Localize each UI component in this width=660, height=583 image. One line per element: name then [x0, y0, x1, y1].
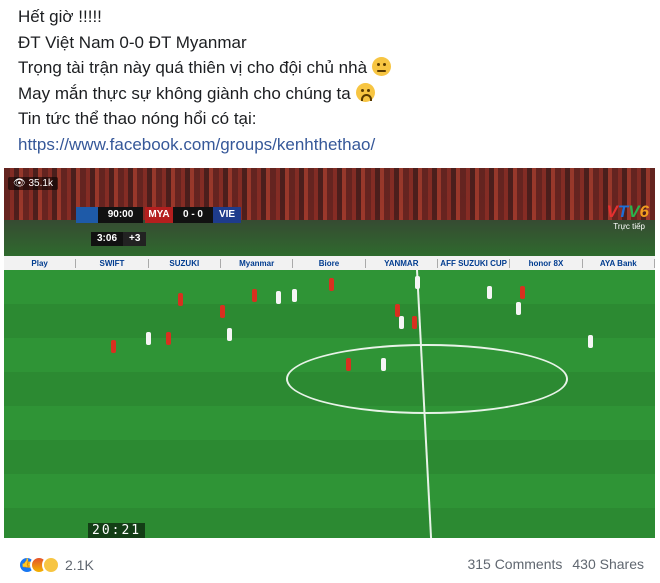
- post-line-text: Trọng tài trận này quá thiên vị cho đội …: [18, 58, 368, 77]
- post-line: May mắn thực sự không giành cho chúng ta: [18, 81, 391, 107]
- live-label: Trực tiếp: [613, 222, 645, 231]
- video-player[interactable]: Play SWIFT SUZUKI Myanmar Biore YANMAR A…: [4, 168, 655, 538]
- player-away: [292, 289, 297, 302]
- broadcast-clock: 20:21: [88, 523, 146, 538]
- player-away: [227, 328, 232, 341]
- added-time-clock: 3:06: [91, 232, 124, 246]
- reactions-summary[interactable]: 2.1K: [18, 556, 94, 574]
- player-home: [346, 358, 351, 371]
- center-circle: [286, 344, 568, 414]
- ad-item: Biore: [293, 258, 366, 268]
- sad-face-emoji-icon: [355, 82, 375, 102]
- logo-letter: T: [617, 202, 629, 221]
- tournament-logo-icon: [76, 207, 98, 223]
- ad-item: honor 8X: [510, 258, 583, 268]
- player-away: [516, 302, 521, 315]
- player-away: [487, 286, 492, 299]
- logo-letter: V: [606, 202, 618, 221]
- neutral-face-emoji-icon: [372, 57, 392, 76]
- reaction-count: 2.1K: [65, 557, 94, 573]
- shares-link[interactable]: 430 Shares: [572, 556, 644, 572]
- post-footer: 2.1K 315 Comments 430 Shares: [0, 538, 660, 583]
- post-line: Hết giờ !!!!!: [18, 7, 102, 26]
- ad-item: YANMAR: [366, 258, 438, 268]
- post-line: https://www.facebook.com/groups/kenhthet…: [18, 132, 391, 158]
- home-team: MYA: [145, 207, 173, 223]
- post-line: ĐT Việt Nam 0-0 ĐT Myanmar: [18, 32, 247, 52]
- player-home: [252, 289, 257, 302]
- player-away: [588, 335, 593, 348]
- engagement-counts: 315 Comments 430 Shares: [467, 556, 644, 572]
- added-time-panel: 3:06 +3: [91, 232, 147, 246]
- player-home: [520, 286, 525, 299]
- player-home: [178, 293, 183, 306]
- view-count-value: 35.1k: [28, 178, 53, 189]
- match-time: 90:00: [98, 207, 143, 223]
- player-home: [166, 332, 171, 345]
- comments-link[interactable]: 315 Comments: [467, 556, 562, 572]
- match-score: 0 - 0: [173, 207, 213, 223]
- player-away: [276, 291, 281, 304]
- view-count: 👁 35.1k: [8, 177, 58, 190]
- ad-item: SUZUKI: [149, 258, 221, 268]
- away-team: VIE: [213, 207, 241, 223]
- sad-icon: [42, 556, 60, 574]
- ad-item: AYA Bank: [583, 258, 655, 268]
- player-home: [395, 304, 400, 317]
- player-away: [415, 276, 420, 289]
- player-home: [329, 278, 334, 291]
- player-home: [111, 340, 116, 353]
- post-line-text: May mắn thực sự không giành cho chúng ta: [18, 83, 351, 103]
- ad-item: Myanmar: [221, 258, 294, 268]
- group-link[interactable]: https://www.facebook.com/groups/kenhthet…: [18, 135, 375, 154]
- added-time-value: +3: [123, 232, 147, 246]
- eye-icon: 👁: [13, 178, 26, 189]
- advertising-board: Play SWIFT SUZUKI Myanmar Biore YANMAR A…: [4, 256, 655, 270]
- player-home: [412, 316, 417, 329]
- post-text: Hết giờ !!!!! ĐT Việt Nam 0-0 ĐT Myanmar…: [18, 4, 392, 158]
- player-away: [399, 316, 404, 329]
- ad-item: AFF SUZUKI CUP: [438, 258, 511, 268]
- post-line: Trọng tài trận này quá thiên vị cho đội …: [18, 55, 392, 81]
- logo-letter: 6: [639, 202, 649, 221]
- ad-item: SWIFT: [76, 258, 149, 268]
- player-away: [146, 332, 151, 345]
- ad-item: Play: [4, 258, 77, 268]
- broadcaster-logo: VTV6: [606, 202, 649, 222]
- scoreboard: 90:00 MYA 0 - 0 VIE: [76, 207, 241, 223]
- player-away: [381, 358, 386, 371]
- post-line: Tin tức thể thao nóng hổi có tại:: [18, 109, 257, 128]
- player-home: [220, 305, 225, 318]
- logo-letter: V: [628, 202, 640, 221]
